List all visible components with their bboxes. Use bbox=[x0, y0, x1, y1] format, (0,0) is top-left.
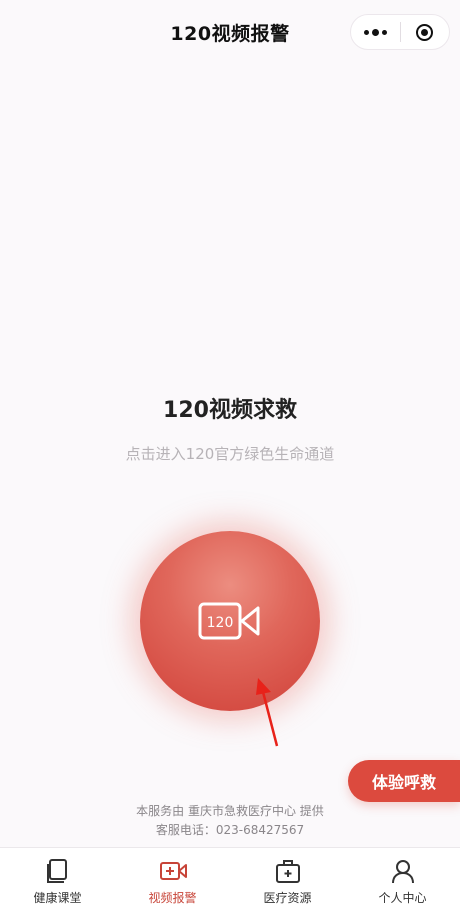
video-call-button[interactable]: 120 bbox=[140, 531, 320, 711]
tab-health-class[interactable]: 健康课堂 bbox=[0, 848, 115, 924]
tab-label: 个人中心 bbox=[378, 891, 427, 905]
main-title: 120视频求救 bbox=[163, 398, 297, 423]
tab-bar: 健康课堂 视频报警 医疗资源 个人中心 bbox=[0, 847, 460, 924]
service-provider-text: 本服务由 重庆市急救医疗中心 提供 bbox=[136, 804, 324, 818]
video-camera-icon bbox=[159, 862, 187, 880]
tab-medical-resources[interactable]: 医疗资源 bbox=[230, 848, 345, 924]
more-button[interactable] bbox=[351, 15, 400, 49]
main-subtitle: 点击进入120官方绿色生命通道 bbox=[125, 445, 335, 463]
red-arrow-annotation bbox=[256, 678, 279, 747]
tab-video-alarm[interactable]: 视频报警 bbox=[115, 848, 230, 924]
person-icon bbox=[391, 860, 414, 884]
target-circle-icon bbox=[416, 23, 434, 41]
medical-kit-icon bbox=[275, 860, 300, 883]
book-icon bbox=[46, 859, 67, 883]
header: 120视频报警 bbox=[0, 0, 460, 64]
try-call-button[interactable]: 体验呼救 bbox=[348, 760, 460, 802]
tab-personal-center[interactable]: 个人中心 bbox=[345, 848, 460, 924]
tab-label: 健康课堂 bbox=[33, 891, 82, 905]
camera-label: 120 bbox=[207, 615, 234, 631]
service-info: 本服务由 重庆市急救医疗中心 提供 客服电话：023-68427567 bbox=[0, 802, 460, 840]
mini-program-capsule bbox=[350, 14, 450, 50]
close-mini-program-button[interactable] bbox=[401, 15, 450, 49]
video-camera-icon: 120 bbox=[198, 602, 260, 640]
more-dots-icon bbox=[363, 28, 387, 36]
tab-label: 医疗资源 bbox=[263, 891, 312, 905]
service-phone-text: 客服电话：023-68427567 bbox=[155, 823, 305, 837]
tab-label: 视频报警 bbox=[148, 891, 197, 905]
page-title: 120视频报警 bbox=[170, 22, 290, 45]
